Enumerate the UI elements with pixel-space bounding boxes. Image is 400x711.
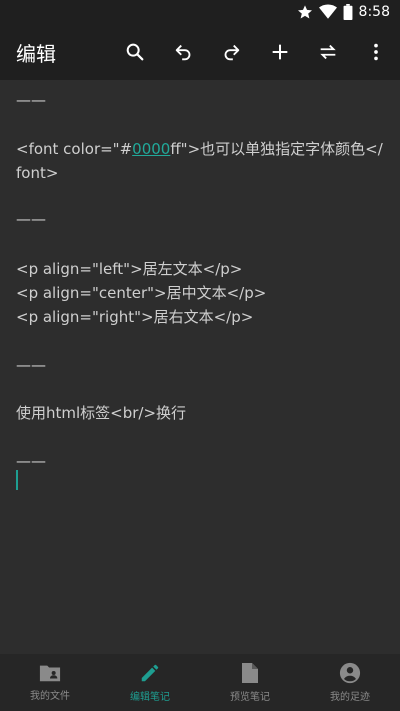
more-options-button[interactable] [358, 34, 394, 70]
wifi-icon [318, 4, 337, 19]
plus-icon [272, 44, 288, 60]
nav-label: 预览笔记 [230, 692, 270, 703]
nav-label: 我的足迹 [330, 692, 370, 703]
account-circle-icon [339, 662, 361, 684]
br-line: 使用html标签<br/>换行 [16, 404, 187, 422]
nav-label: 编辑笔记 [130, 692, 170, 703]
search-button[interactable] [117, 34, 153, 70]
undo-button[interactable] [166, 34, 202, 70]
redo-icon [224, 44, 240, 61]
add-button[interactable] [262, 34, 298, 70]
align-left-line: <p align="left">居左文本</p> [16, 260, 243, 278]
horizontal-rule-text: —— [16, 91, 46, 109]
battery-icon [343, 4, 352, 20]
status-time: 8:58 [358, 4, 390, 20]
text-cursor [16, 470, 18, 490]
nav-label: 我的文件 [30, 691, 70, 702]
status-icons: 8:58 [297, 2, 390, 22]
bottom-navigation: 我的文件 编辑笔记 预览笔记 我的足迹 [0, 654, 400, 711]
horizontal-rule-text: —— [16, 452, 46, 470]
redo-button[interactable] [213, 34, 249, 70]
horizontal-rule-text: —— [16, 356, 46, 374]
swap-horizontal-icon [320, 44, 336, 60]
nav-preview-note[interactable]: 预览笔记 [200, 654, 300, 711]
pencil-icon [141, 664, 159, 682]
page-title: 编辑 [16, 42, 56, 66]
document-icon [242, 663, 258, 683]
font-color-line: <font color="#0000ff">也可以单独指定字体颜色</ [16, 137, 383, 161]
folder-user-icon [39, 665, 61, 682]
more-vert-icon [374, 43, 378, 61]
font-line-prefix: <font color="# [16, 140, 133, 158]
align-center-line: <p align="center">居中文本</p> [16, 284, 267, 302]
editor-area[interactable]: —— <font color="#0000ff">也可以单独指定字体颜色</ f… [0, 80, 400, 654]
font-line-suffix: ff">也可以单独指定字体颜色</ [170, 140, 383, 158]
nav-my-files[interactable]: 我的文件 [0, 654, 100, 711]
star-icon [297, 5, 312, 19]
status-bar: 8:58 [0, 0, 400, 24]
undo-icon [175, 44, 191, 61]
app-toolbar: 编辑 [0, 24, 400, 80]
color-highlight: 0000 [132, 140, 171, 158]
horizontal-rule-text: —— [16, 210, 46, 228]
font-color-line-end: font> [16, 164, 59, 182]
nav-edit-note[interactable]: 编辑笔记 [100, 654, 200, 711]
nav-my-footprint[interactable]: 我的足迹 [300, 654, 400, 711]
swap-button[interactable] [310, 34, 346, 70]
align-right-line: <p align="right">居右文本</p> [16, 308, 254, 326]
search-icon [126, 43, 144, 61]
